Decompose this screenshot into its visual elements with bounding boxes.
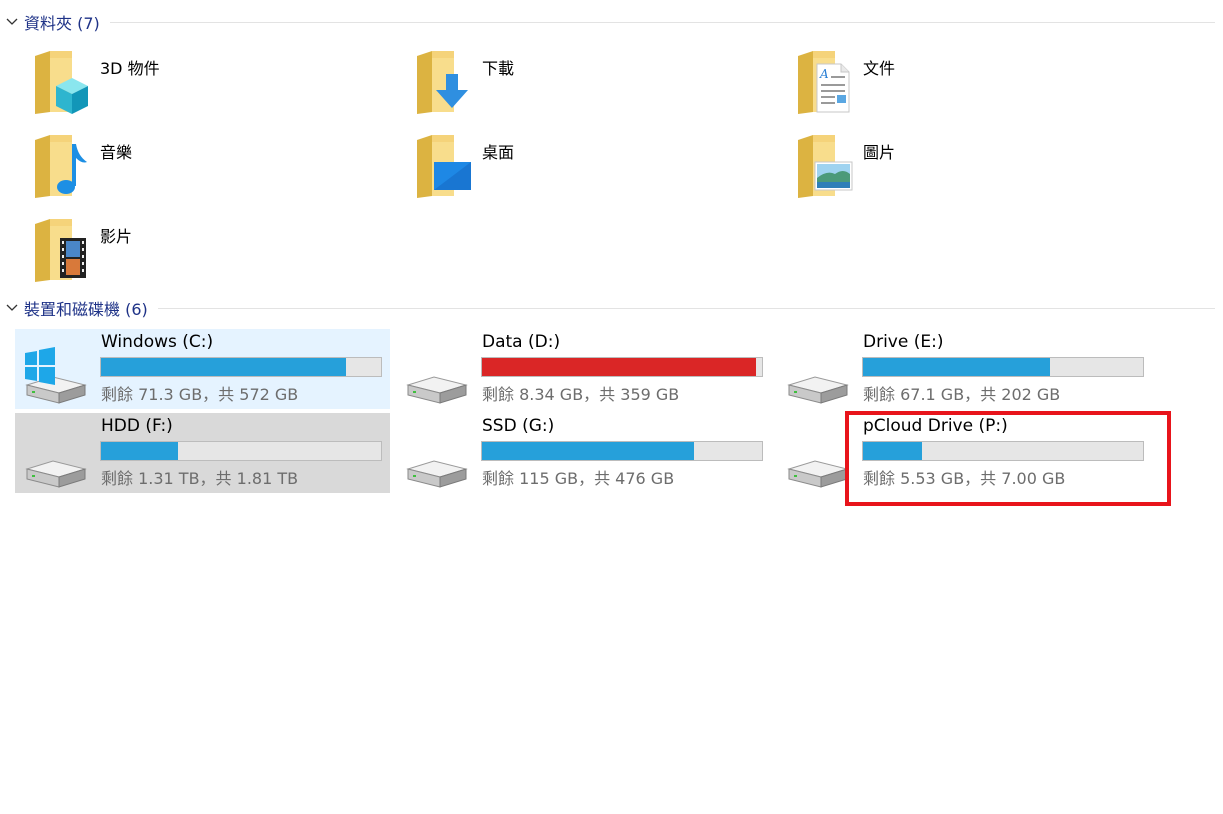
- drive-usage-fill: [101, 358, 346, 376]
- group-divider: [109, 21, 1215, 23]
- group-divider: [157, 307, 1215, 309]
- hard-drive-icon: [787, 460, 849, 488]
- drive-usage-bar: [862, 357, 1144, 377]
- folder-name: 下載: [482, 59, 515, 78]
- drive-usage-bar: [481, 441, 763, 461]
- drive-item-c[interactable]: Windows (C:) 剩餘 71.3 GB，共 572 GB: [15, 329, 390, 409]
- drive-usage-bar: [100, 357, 382, 377]
- drive-item-d[interactable]: Data (D:) 剩餘 8.34 GB，共 359 GB: [396, 329, 771, 409]
- drive-usage-fill: [482, 358, 756, 376]
- folder-item-3d-objects[interactable]: 3D 物件: [14, 50, 384, 126]
- hard-drive-icon: [787, 376, 849, 404]
- devices-group-title: 裝置和磁碟機 (6): [24, 300, 148, 319]
- drive-free-space: 剩餘 71.3 GB，共 572 GB: [101, 385, 299, 404]
- drive-usage-fill: [482, 442, 695, 460]
- chevron-down-icon[interactable]: [0, 18, 24, 26]
- drive-usage-fill: [863, 358, 1051, 376]
- drive-name: Data (D:): [482, 332, 561, 352]
- picture-icon: [798, 135, 853, 198]
- 3d-objects-icon: [35, 51, 88, 114]
- windows-drive-icon: [25, 347, 87, 404]
- drive-name: HDD (F:): [101, 416, 173, 436]
- desktop-icon: [417, 135, 471, 198]
- folders-group-title: 資料夾 (7): [24, 14, 100, 33]
- drive-usage-fill: [101, 442, 179, 460]
- drive-usage-bar: [481, 357, 763, 377]
- drive-item-e[interactable]: Drive (E:) 剩餘 67.1 GB，共 202 GB: [777, 329, 1152, 409]
- drive-name: SSD (G:): [482, 416, 555, 436]
- folder-item-pictures[interactable]: 圖片: [777, 134, 1147, 210]
- folder-name: 桌面: [482, 143, 515, 162]
- folder-item-videos[interactable]: 影片: [14, 218, 384, 294]
- drive-item-f[interactable]: HDD (F:) 剩餘 1.31 TB，共 1.81 TB: [15, 413, 390, 493]
- hard-drive-icon: [406, 376, 468, 404]
- folder-item-desktop[interactable]: 桌面: [396, 134, 766, 210]
- drive-usage-bar: [100, 441, 382, 461]
- folder-name: 影片: [100, 227, 133, 246]
- svg-text:A: A: [819, 67, 829, 81]
- chevron-down-icon[interactable]: [0, 304, 24, 312]
- folder-item-music[interactable]: 音樂: [14, 134, 384, 210]
- document-icon: A: [798, 51, 850, 114]
- folder-name: 圖片: [863, 143, 896, 162]
- folders-group-header[interactable]: 資料夾 (7): [0, 10, 1223, 34]
- devices-group-header[interactable]: 裝置和磁碟機 (6): [0, 296, 1223, 320]
- drive-name: Windows (C:): [101, 332, 214, 352]
- drive-free-space: 剩餘 1.31 TB，共 1.81 TB: [101, 469, 299, 488]
- hard-drive-icon: [25, 460, 87, 488]
- drive-free-space: 剩餘 67.1 GB，共 202 GB: [863, 385, 1061, 404]
- drive-free-space: 剩餘 8.34 GB，共 359 GB: [482, 385, 680, 404]
- music-note-icon: [35, 135, 87, 198]
- highlight-annotation-box: [845, 411, 1171, 506]
- folder-item-documents[interactable]: A 文件: [777, 50, 1147, 126]
- folder-name: 文件: [863, 59, 896, 78]
- folder-name: 音樂: [100, 143, 133, 162]
- folder-name: 3D 物件: [100, 59, 160, 78]
- film-icon: [35, 219, 86, 282]
- drive-free-space: 剩餘 115 GB，共 476 GB: [482, 469, 675, 488]
- drive-name: Drive (E:): [863, 332, 944, 352]
- drive-item-g[interactable]: SSD (G:) 剩餘 115 GB，共 476 GB: [396, 413, 771, 493]
- download-arrow-icon: [417, 51, 468, 114]
- hard-drive-icon: [406, 460, 468, 488]
- folder-item-downloads[interactable]: 下載: [396, 50, 766, 126]
